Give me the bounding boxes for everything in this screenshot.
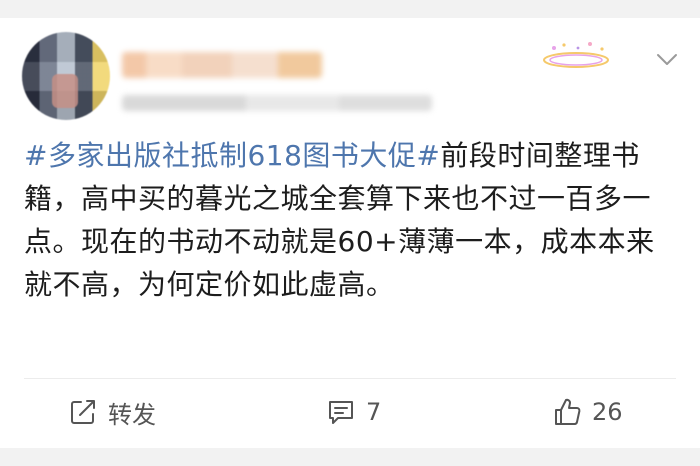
topic-link[interactable]: #多家出版社抵制618图书大促# (24, 139, 440, 172)
avatar[interactable] (22, 32, 110, 120)
like-button[interactable]: 26 (552, 393, 623, 431)
repost-label: 转发 (108, 400, 156, 429)
actions-divider (24, 378, 676, 379)
decoration-badge-icon (543, 42, 609, 68)
comment-button[interactable]: 7 (326, 393, 381, 431)
top-separator (0, 0, 700, 18)
comment-icon (329, 401, 353, 424)
post-content: #多家出版社抵制618图书大促#前段时间整理书籍，高中买的暮光之城全套算下来也不… (24, 134, 680, 306)
username-blurred[interactable] (122, 52, 322, 78)
like-count: 26 (592, 398, 623, 426)
repost-button[interactable]: 转发 (68, 393, 156, 431)
avatar-face (52, 74, 78, 108)
repost-icon (71, 400, 95, 424)
chevron-down-icon[interactable] (656, 52, 678, 68)
post-meta-blurred (122, 95, 432, 111)
thumbs-up-icon (555, 398, 581, 425)
comment-count: 7 (366, 398, 382, 426)
bottom-separator (0, 448, 700, 466)
